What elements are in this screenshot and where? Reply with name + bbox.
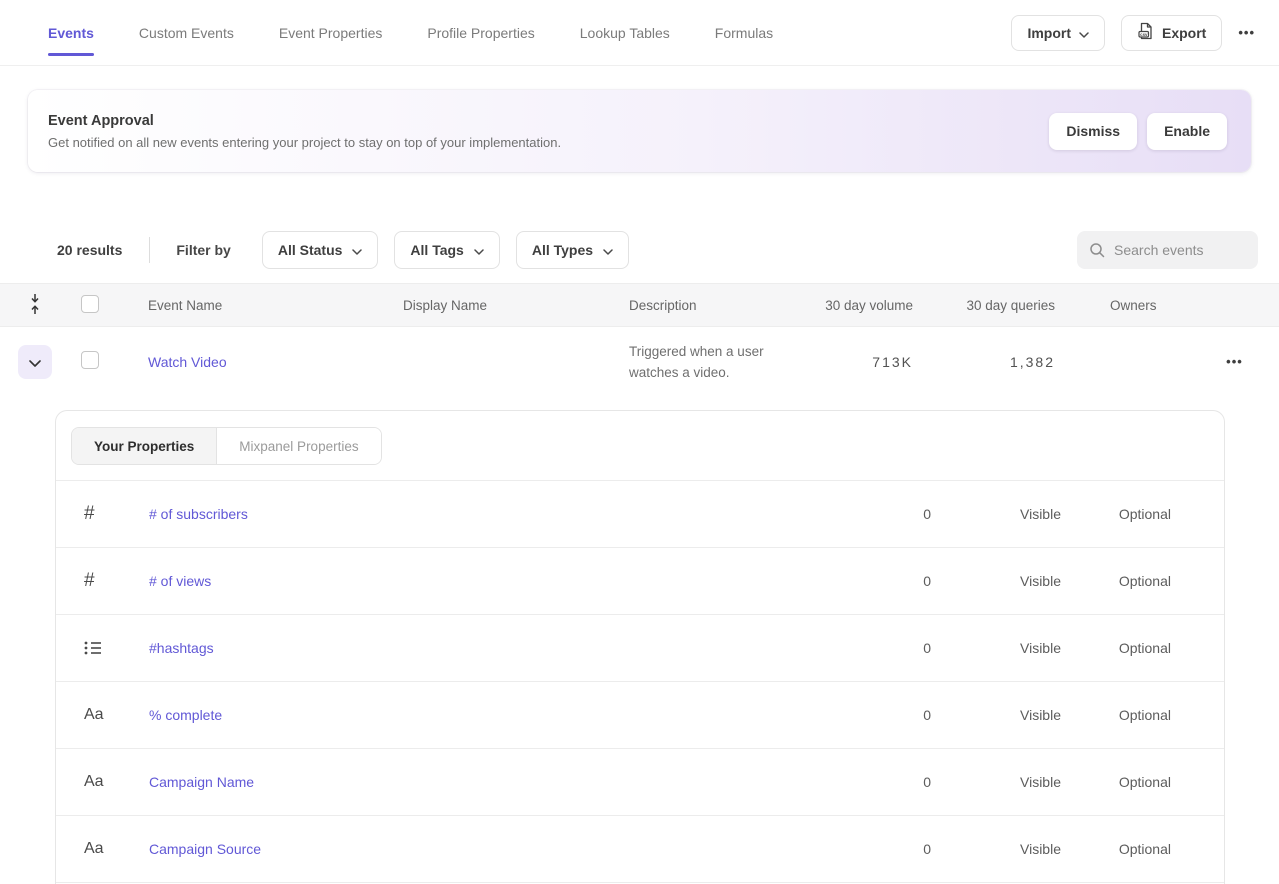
column-description: Description [629,298,820,313]
select-all-checkbox[interactable] [81,295,99,313]
collapse-row-button[interactable] [18,345,52,379]
import-button-label: Import [1027,25,1071,41]
more-options-button[interactable]: ••• [1238,25,1255,40]
property-name-link[interactable]: # of subscribers [149,506,841,522]
column-display-name: Display Name [403,298,629,313]
banner-actions: Dismiss Enable [1049,113,1227,150]
column-volume: 30 day volume [825,298,920,313]
dismiss-button[interactable]: Dismiss [1049,113,1137,150]
text-type-icon: Aa [84,840,149,858]
property-queries: 0 [923,707,931,723]
property-name-link[interactable]: Campaign Source [149,841,841,857]
tab-lookup-tables[interactable]: Lookup Tables [580,25,670,41]
property-row: Aa Campaign Name 0 Visible Optional [56,749,1224,816]
types-filter-dropdown[interactable]: All Types [516,231,629,269]
property-requirement: Optional [1119,774,1171,790]
row-checkbox[interactable] [81,351,99,369]
tab-your-properties[interactable]: Your Properties [72,428,217,464]
property-queries: 0 [923,506,931,522]
properties-segmented-control: Your Properties Mixpanel Properties [71,427,382,465]
tab-mixpanel-properties[interactable]: Mixpanel Properties [217,428,380,464]
event-name-link[interactable]: Watch Video [148,354,403,370]
event-row-watch-video: Watch Video Triggered when a user watche… [0,328,1279,395]
property-row: #hashtags 0 Visible Optional [56,615,1224,682]
column-event-name: Event Name [148,298,403,313]
property-requirement: Optional [1119,573,1171,589]
property-row: Aa % complete 0 Visible Optional [56,682,1224,749]
column-owners: Owners [1062,298,1190,313]
properties-tabs-bar: Your Properties Mixpanel Properties [56,411,1224,481]
property-name-link[interactable]: % complete [149,707,841,723]
property-queries: 0 [923,640,931,656]
property-requirement: Optional [1119,707,1171,723]
tab-formulas[interactable]: Formulas [715,25,773,41]
property-requirement: Optional [1119,506,1171,522]
import-button[interactable]: Import [1011,15,1105,51]
results-count: 20 results [57,242,122,258]
property-name-link[interactable]: # of views [149,573,841,589]
property-row: # # of subscribers 0 Visible Optional [56,481,1224,548]
tab-profile-properties[interactable]: Profile Properties [427,25,534,41]
banner-title: Event Approval [48,113,561,129]
number-type-icon: # [84,570,149,592]
event-table-header: Event Name Display Name Description 30 d… [0,283,1279,327]
search-box [1077,231,1258,269]
banner-description: Get notified on all new events entering … [48,135,561,150]
list-type-icon [84,640,149,656]
divider [149,237,150,263]
chevron-down-icon [29,354,41,370]
nav-tabs: Events Custom Events Event Properties Pr… [48,25,773,41]
collapse-all-icon[interactable] [29,293,41,318]
property-requirement: Optional [1119,640,1171,656]
svg-text:csv: csv [1140,32,1148,37]
property-visibility: Visible [1020,506,1061,522]
property-visibility: Visible [1020,707,1061,723]
event-queries: 1,382 [1010,354,1062,370]
filter-by-label: Filter by [176,242,230,258]
text-type-icon: Aa [84,706,149,724]
event-properties-panel: Your Properties Mixpanel Properties # # … [55,410,1225,884]
property-queries: 0 [923,573,931,589]
row-more-options-button[interactable]: ••• [1226,354,1243,369]
tab-event-properties[interactable]: Event Properties [279,25,383,41]
property-name-link[interactable]: Campaign Name [149,774,841,790]
export-button-label: Export [1162,25,1206,41]
property-visibility: Visible [1020,640,1061,656]
tags-filter-dropdown[interactable]: All Tags [394,231,499,269]
chevron-down-icon [352,242,362,258]
csv-file-icon: csv [1137,22,1154,43]
property-name-link[interactable]: #hashtags [149,640,841,656]
tags-filter-label: All Tags [410,242,463,258]
nav-actions: Import csv Export ••• [1011,15,1255,51]
banner-text: Event Approval Get notified on all new e… [48,113,561,150]
lexicon-events-page: Events Custom Events Event Properties Pr… [0,0,1279,884]
property-visibility: Visible [1020,774,1061,790]
property-visibility: Visible [1020,573,1061,589]
export-button[interactable]: csv Export [1121,15,1222,51]
property-row: # # of views 0 Visible Optional [56,548,1224,615]
property-requirement: Optional [1119,841,1171,857]
filter-bar: 20 results Filter by All Status All Tags… [57,231,1258,269]
property-visibility: Visible [1020,841,1061,857]
number-type-icon: # [84,503,149,525]
property-row: Aa Campaign Source 0 Visible Optional [56,816,1224,883]
types-filter-label: All Types [532,242,593,258]
chevron-down-icon [1079,25,1089,41]
property-queries: 0 [923,841,931,857]
status-filter-label: All Status [278,242,343,258]
top-navigation: Events Custom Events Event Properties Pr… [0,0,1279,66]
chevron-down-icon [474,242,484,258]
event-volume: 713K [872,354,920,370]
enable-button[interactable]: Enable [1147,113,1227,150]
chevron-down-icon [603,242,613,258]
column-queries: 30 day queries [966,298,1062,313]
status-filter-dropdown[interactable]: All Status [262,231,379,269]
event-description: Triggered when a user watches a video. [629,341,789,383]
tab-events[interactable]: Events [48,25,94,41]
tab-custom-events[interactable]: Custom Events [139,25,234,41]
event-approval-banner: Event Approval Get notified on all new e… [28,90,1251,172]
property-queries: 0 [923,774,931,790]
text-type-icon: Aa [84,773,149,791]
